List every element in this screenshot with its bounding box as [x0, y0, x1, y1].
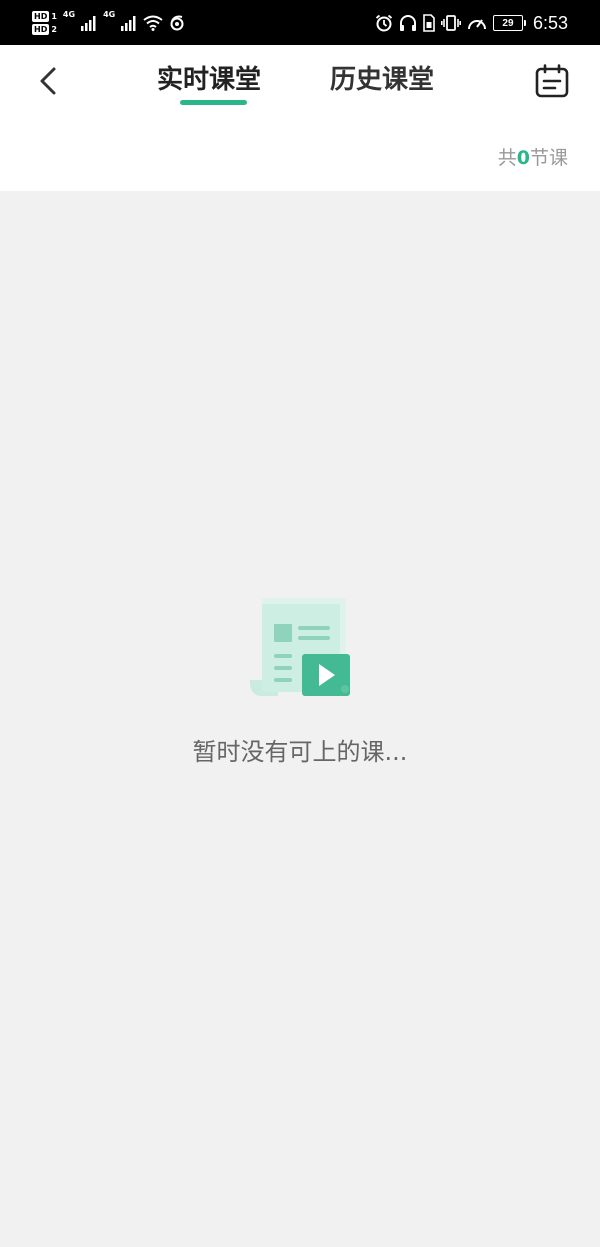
- status-right: 29 6:53: [375, 6, 568, 40]
- tab-history-class[interactable]: 历史课堂: [330, 59, 434, 96]
- header: 实时课堂 历史课堂 共0节课: [0, 45, 600, 191]
- empty-state-message: 暂时没有可上的课...: [192, 738, 408, 766]
- active-tab-indicator: [180, 100, 247, 105]
- battery-icon: 29: [492, 15, 526, 31]
- network-type-1: 4G: [62, 10, 76, 19]
- calendar-icon: [535, 64, 569, 98]
- lesson-count-number: 0: [516, 147, 530, 169]
- vibrate-icon: [440, 15, 461, 31]
- course-video-document-icon: [250, 598, 350, 696]
- sim-card-icon: [423, 14, 435, 32]
- lesson-count: 共0节课: [497, 147, 568, 169]
- headphones-icon: [399, 15, 416, 31]
- calendar-button[interactable]: [534, 63, 570, 99]
- tab-live-class[interactable]: 实时课堂: [157, 59, 261, 96]
- chevron-left-icon: [40, 67, 56, 95]
- wifi-icon: [143, 15, 163, 31]
- speed-gauge-icon: [467, 19, 486, 30]
- network-type-2: 4G: [103, 10, 116, 19]
- status-time: 6:53: [532, 12, 568, 33]
- signal-icon: [121, 16, 136, 31]
- sim-indicators: HD 1 HD 2: [32, 11, 57, 35]
- back-button[interactable]: [28, 61, 68, 101]
- sim2-hd-badge: HD 2: [32, 24, 57, 35]
- signal-icon: [81, 16, 96, 31]
- app-notification-icon: [170, 15, 184, 31]
- status-left: HD 1 HD 2 4G 4G: [32, 6, 185, 40]
- status-bar: HD 1 HD 2 4G 4G 29 6:53: [0, 0, 600, 45]
- alarm-icon: [375, 14, 393, 32]
- sim1-hd-badge: HD 1: [32, 11, 57, 22]
